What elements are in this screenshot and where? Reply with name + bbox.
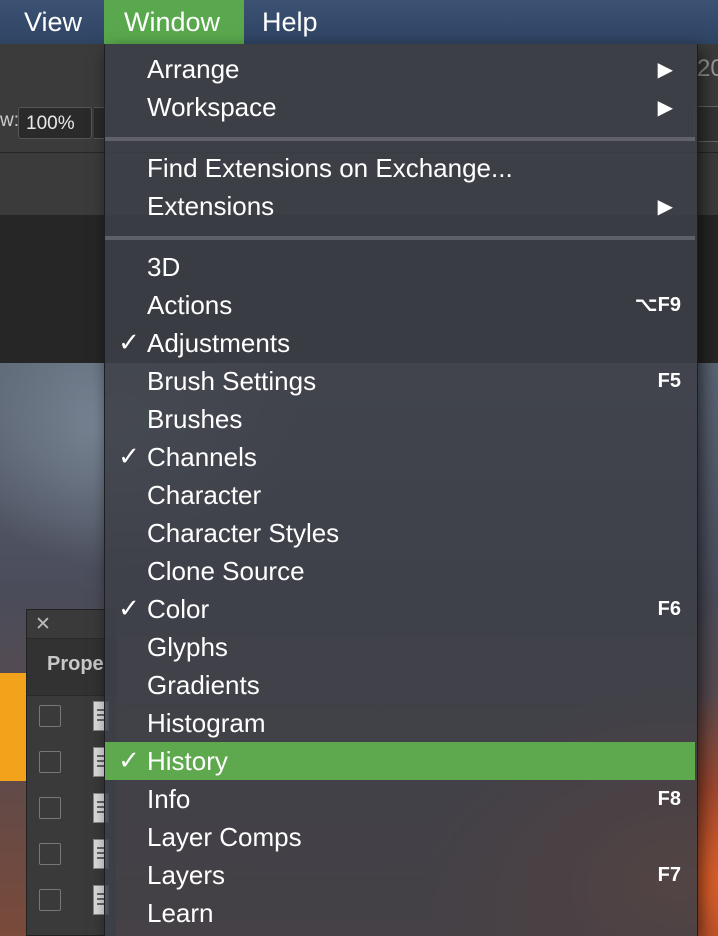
close-icon[interactable]: ✕ — [35, 613, 51, 636]
menu-item-label: Character Styles — [147, 518, 340, 548]
menu-item-label: Info — [147, 784, 191, 814]
menu-item-3d[interactable]: 3D — [105, 248, 695, 286]
menu-item-shortcut: F5 — [657, 370, 681, 392]
menu-separator — [105, 236, 695, 240]
row-checkbox[interactable] — [39, 751, 61, 773]
menu-item-layer-comps[interactable]: Layer Comps — [105, 818, 695, 856]
menu-item-shortcut: F7 — [657, 864, 681, 886]
menu-item-label: Glyphs — [147, 632, 228, 662]
menu-item-workspace[interactable]: Workspace ▶ — [105, 88, 695, 126]
menu-item-glyphs[interactable]: Glyphs — [105, 628, 695, 666]
menu-item-character[interactable]: Character — [105, 476, 695, 514]
menu-item-label: Brush Settings — [147, 366, 317, 396]
menu-item-label: Learn — [147, 898, 214, 928]
submenu-arrow-icon: ▶ — [657, 57, 673, 81]
menu-item-adjustments[interactable]: ✓ Adjustments — [105, 324, 695, 362]
menu-item-gradients[interactable]: Gradients — [105, 666, 695, 704]
submenu-arrow-icon: ▶ — [657, 194, 673, 218]
menu-item-label: Adjustments — [147, 328, 291, 358]
menu-item-label: History — [147, 746, 228, 776]
zoom-label: w: — [0, 110, 19, 131]
menu-item-find-extensions-on-exchange[interactable]: Find Extensions on Exchange... — [105, 149, 695, 187]
menu-bar: View Window Help — [0, 0, 718, 44]
menu-help[interactable]: Help — [242, 0, 352, 44]
menu-item-label: Brushes — [147, 404, 243, 434]
menu-item-label: Color — [147, 594, 210, 624]
menu-item-shortcut: F8 — [657, 788, 681, 810]
menu-item-label: Actions — [147, 290, 233, 320]
checkmark-icon: ✓ — [118, 746, 140, 776]
menu-item-brushes[interactable]: Brushes — [105, 400, 695, 438]
zoom-input[interactable]: 100% — [18, 107, 92, 139]
menu-item-shortcut: F6 — [657, 598, 681, 620]
menu-item-label: Arrange — [147, 54, 240, 84]
menu-item-label: Character — [147, 480, 262, 510]
menu-item-label: 3D — [147, 252, 181, 282]
menu-separator — [105, 137, 695, 141]
properties-panel: ✕ Prope — [26, 609, 117, 936]
menu-item-histogram[interactable]: Histogram — [105, 704, 695, 742]
menu-item-shortcut: ⌥F9 — [634, 294, 681, 316]
menu-item-layers[interactable]: Layers F7 — [105, 856, 695, 894]
menu-item-label: Clone Source — [147, 556, 305, 586]
row-checkbox[interactable] — [39, 705, 61, 727]
menu-item-extensions[interactable]: Extensions ▶ — [105, 187, 695, 225]
menu-item-label: Layers — [147, 860, 226, 890]
document-tab-peek[interactable]: 20 — [697, 55, 718, 83]
menu-item-channels[interactable]: ✓ Channels — [105, 438, 695, 476]
menu-item-label: Channels — [147, 442, 257, 472]
menu-window[interactable]: Window — [104, 0, 244, 44]
menu-item-arrange[interactable]: Arrange ▶ — [105, 50, 695, 88]
checkmark-icon: ✓ — [118, 594, 140, 624]
menu-item-brush-settings[interactable]: Brush Settings F5 — [105, 362, 695, 400]
menu-item-label: Extensions — [147, 191, 275, 221]
checkmark-icon: ✓ — [118, 328, 140, 358]
menu-item-info[interactable]: Info F8 — [105, 780, 695, 818]
menu-item-learn[interactable]: Learn — [105, 894, 695, 932]
menu-view[interactable]: View — [4, 0, 106, 44]
menu-item-label: Gradients — [147, 670, 260, 700]
row-checkbox[interactable] — [39, 889, 61, 911]
menu-item-label: Find Extensions on Exchange... — [147, 153, 513, 183]
menu-item-history[interactable]: ✓ History — [105, 742, 695, 780]
menu-item-clone-source[interactable]: Clone Source — [105, 552, 695, 590]
row-checkbox[interactable] — [39, 797, 61, 819]
menu-item-color[interactable]: ✓ Color F6 — [105, 590, 695, 628]
row-checkbox[interactable] — [39, 843, 61, 865]
menu-item-label: Workspace — [147, 92, 277, 122]
checkmark-icon: ✓ — [118, 442, 140, 472]
properties-panel-title[interactable]: Prope — [47, 653, 104, 676]
window-menu-dropdown: Arrange ▶ Workspace ▶ Find Extensions on Exc… — [104, 44, 698, 936]
menu-item-label: Histogram — [147, 708, 266, 738]
menu-item-actions[interactable]: Actions ⌥F9 — [105, 286, 695, 324]
submenu-arrow-icon: ▶ — [657, 95, 673, 119]
menu-item-character-styles[interactable]: Character Styles — [105, 514, 695, 552]
menu-item-label: Layer Comps — [147, 822, 302, 852]
